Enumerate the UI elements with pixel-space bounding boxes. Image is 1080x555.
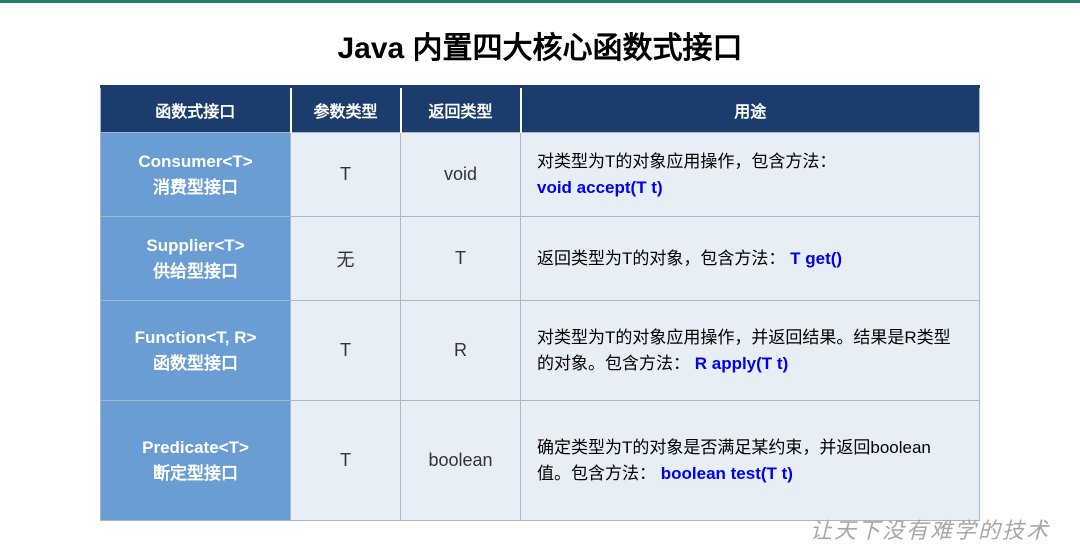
iface-cell: Consumer<T> 消费型接口 bbox=[101, 133, 291, 217]
table-row: Predicate<T> 断定型接口 T boolean 确定类型为T的对象是否… bbox=[101, 401, 980, 521]
table-row: Consumer<T> 消费型接口 T void 对类型为T的对象应用操作，包含… bbox=[101, 133, 980, 217]
functional-interface-table: 函数式接口 参数类型 返回类型 用途 Consumer<T> 消费型接口 T v… bbox=[100, 85, 980, 521]
iface-cn: 供给型接口 bbox=[153, 262, 238, 281]
desc-code: T get() bbox=[790, 249, 842, 268]
header-param-type: 参数类型 bbox=[291, 87, 401, 133]
iface-name: Function<T, R> bbox=[135, 328, 257, 347]
iface-cn: 函数型接口 bbox=[153, 354, 238, 373]
desc-code: R apply(T t) bbox=[695, 354, 789, 373]
param-cell: 无 bbox=[291, 217, 401, 301]
table-row: Function<T, R> 函数型接口 T R 对类型为T的对象应用操作，并返… bbox=[101, 301, 980, 401]
return-cell: void bbox=[401, 133, 521, 217]
desc-text: 对类型为T的对象应用操作，包含方法： bbox=[537, 152, 836, 171]
return-cell: boolean bbox=[401, 401, 521, 521]
iface-name: Consumer<T> bbox=[138, 152, 252, 171]
desc-text: 返回类型为T的对象，包含方法： bbox=[537, 249, 785, 268]
return-cell: R bbox=[401, 301, 521, 401]
table-row: Supplier<T> 供给型接口 无 T 返回类型为T的对象，包含方法： T … bbox=[101, 217, 980, 301]
param-cell: T bbox=[291, 301, 401, 401]
page-title: Java 内置四大核心函数式接口 bbox=[100, 23, 980, 67]
desc-cell: 对类型为T的对象应用操作，包含方法： void accept(T t) bbox=[521, 133, 980, 217]
table-header-row: 函数式接口 参数类型 返回类型 用途 bbox=[101, 87, 980, 133]
desc-code: boolean test(T t) bbox=[661, 464, 793, 483]
desc-cell: 对类型为T的对象应用操作，并返回结果。结果是R类型的对象。包含方法： R app… bbox=[521, 301, 980, 401]
iface-cell: Predicate<T> 断定型接口 bbox=[101, 401, 291, 521]
param-cell: T bbox=[291, 133, 401, 217]
iface-name: Predicate<T> bbox=[142, 438, 249, 457]
iface-cn: 消费型接口 bbox=[153, 178, 238, 197]
header-interface: 函数式接口 bbox=[101, 87, 291, 133]
iface-cell: Supplier<T> 供给型接口 bbox=[101, 217, 291, 301]
iface-cell: Function<T, R> 函数型接口 bbox=[101, 301, 291, 401]
iface-cn: 断定型接口 bbox=[153, 464, 238, 483]
iface-name: Supplier<T> bbox=[146, 236, 244, 255]
watermark-text: 让天下没有难学的技术 bbox=[810, 513, 1050, 545]
desc-cell: 确定类型为T的对象是否满足某约束，并返回boolean 值。包含方法： bool… bbox=[521, 401, 980, 521]
header-usage: 用途 bbox=[521, 87, 980, 133]
desc-cell: 返回类型为T的对象，包含方法： T get() bbox=[521, 217, 980, 301]
header-return-type: 返回类型 bbox=[401, 87, 521, 133]
param-cell: T bbox=[291, 401, 401, 521]
return-cell: T bbox=[401, 217, 521, 301]
desc-code: void accept(T t) bbox=[537, 178, 663, 197]
